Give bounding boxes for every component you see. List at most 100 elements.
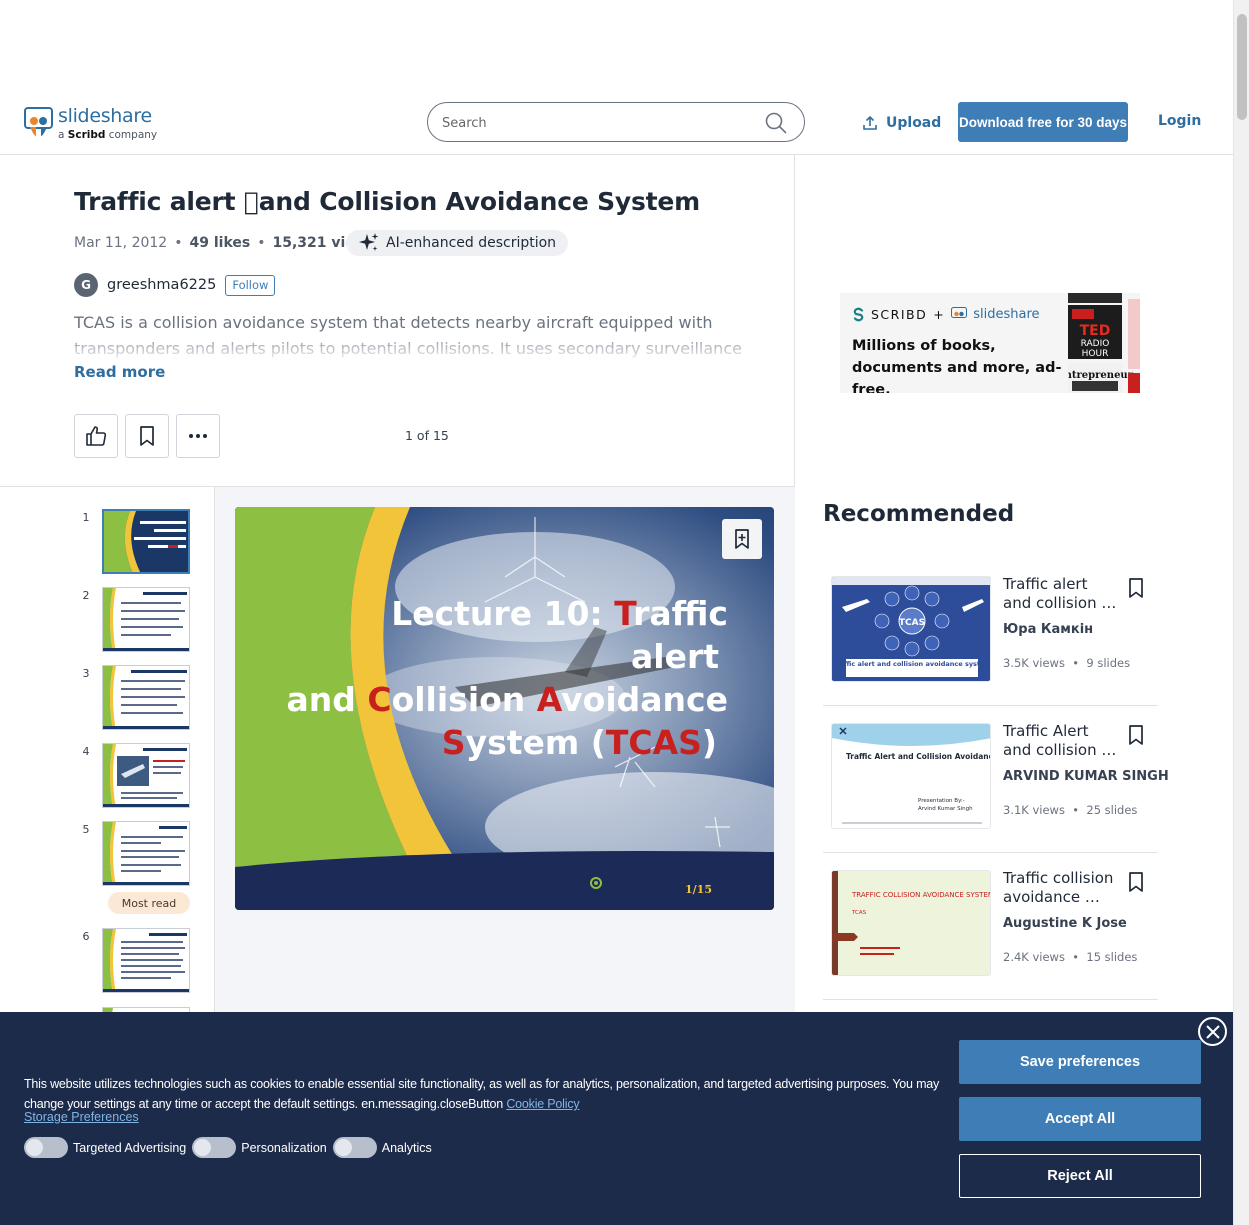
ad-text: Millions of books, documents and more, a… (852, 338, 1062, 393)
thumbnail-number: 4 (82, 745, 90, 758)
storage-preferences-link[interactable]: Storage Preferences (24, 1110, 139, 1124)
cookie-message-text: This website utilizes technologies such … (24, 1077, 940, 1111)
recommended-title[interactable]: Traffic collision avoidance … (1003, 869, 1118, 907)
save-button[interactable] (125, 414, 169, 458)
save-slide-button[interactable] (722, 519, 762, 559)
recommended-item[interactable]: Traffic Alert and Collision Avoidance Sy… (823, 707, 1169, 853)
targeted-advertising-toggle[interactable] (24, 1137, 68, 1158)
document-description: TCAS is a collision avoidance system tha… (74, 310, 774, 362)
bookmark-icon (140, 426, 154, 446)
logo-tagline-suffix: company (108, 129, 158, 141)
thumbnail-slide-2 (103, 588, 189, 651)
thumbnail-image[interactable] (102, 509, 190, 574)
recommended-stats: 2.4K views • 15 slides (1003, 950, 1138, 964)
bookmark-icon[interactable] (1125, 870, 1147, 894)
ad-brand-plus: + (933, 307, 946, 322)
slideshare-small-icon (951, 307, 968, 318)
read-more-link[interactable]: Read more (74, 363, 165, 381)
recommended-title[interactable]: Traffic Alert and collision … (1003, 722, 1118, 760)
search-input[interactable] (442, 112, 742, 134)
logo-wordmark: slideshare (58, 105, 152, 127)
recommended-title[interactable]: Traffic alert and collision … (1003, 575, 1118, 613)
logo-tagline: a Scribd company (58, 129, 157, 141)
search-icon[interactable] (765, 112, 787, 134)
analytics-toggle[interactable] (332, 1137, 377, 1158)
login-link[interactable]: Login (1158, 113, 1201, 129)
thumbnail-slide-1 (104, 511, 188, 572)
personalization-toggle[interactable] (192, 1137, 237, 1158)
more-options-button[interactable] (176, 414, 220, 458)
ad-brand-scribd: SCRIBD (871, 307, 928, 322)
logo-tagline-prefix: a (58, 129, 65, 141)
rec-thumb-caption: Traffic Alert and Collision Avoidance Sy… (846, 752, 991, 761)
page-scrollbar[interactable] (1233, 0, 1249, 1225)
recommended-stats: 3.5K views • 9 slides (1003, 656, 1131, 670)
cookie-close-button[interactable] (1198, 1017, 1227, 1046)
logo-tagline-brand: Scribd (67, 129, 106, 141)
thumbnail-number: 3 (82, 667, 90, 680)
accept-all-button[interactable]: Accept All (959, 1097, 1201, 1141)
cookie-links: Storage Preferences (24, 1110, 139, 1124)
cookie-message: This website utilizes technologies such … (24, 1074, 942, 1114)
thumbnail-image[interactable] (102, 743, 190, 808)
ad-book-ted: TED (1080, 323, 1111, 339)
upload-button[interactable]: Upload (862, 113, 941, 133)
recommended-author[interactable]: Юра Камкін (1003, 622, 1093, 637)
scrollbar-thumb[interactable] (1237, 14, 1247, 120)
slide-title-line-3: and Collision Avoidance (286, 680, 728, 719)
slide-title-line-4: System (TCAS) (442, 723, 717, 762)
download-free-button[interactable]: Download free for 30 days (958, 102, 1128, 142)
site-header: slideshare a Scribd company Upload Downl… (0, 88, 1233, 155)
reject-all-button[interactable]: Reject All (959, 1154, 1201, 1198)
recommended-heading: Recommended (823, 501, 1015, 527)
slideshare-logo-icon (24, 107, 53, 136)
targeted-advertising-label: Targeted Advertising (73, 1140, 187, 1155)
author-row: G greeshma6225 Follow (74, 273, 276, 297)
cookie-consent-banner: This website utilizes technologies such … (0, 1012, 1233, 1225)
ad-book-covers: TED RADIO HOUR Entrepreneur (1068, 293, 1140, 393)
recommended-thumbnail[interactable]: TRAFFIC COLLISION AVOIDANCE SYSTEM TCAS (831, 870, 991, 976)
ad-book-hour: HOUR (1082, 349, 1109, 359)
thumbnail-image[interactable] (102, 928, 190, 993)
recommended-thumbnail-art-3: TRAFFIC COLLISION AVOIDANCE SYSTEM TCAS (832, 871, 991, 975)
recommended-thumbnail[interactable]: TCAS Traffic alert and collision avoidan… (831, 576, 991, 682)
rec-thumb-sub: TCAS (851, 910, 867, 916)
recommended-author[interactable]: Augustine K Jose (1003, 916, 1127, 931)
thumbnail-image[interactable] (102, 665, 190, 730)
avatar[interactable]: G (74, 273, 98, 297)
cookie-policy-link[interactable]: Cookie Policy (506, 1097, 579, 1111)
thumbnail-image[interactable] (102, 821, 190, 886)
current-slide[interactable]: Lecture 10: Traffic alert and Collision … (235, 507, 774, 910)
sparkle-icon (359, 233, 379, 251)
recommended-author[interactable]: ARVIND KUMAR SINGH (1003, 769, 1169, 784)
close-icon (1205, 1024, 1220, 1039)
thumbnail-image[interactable] (102, 587, 190, 652)
thumbnail-slide-4 (103, 744, 189, 807)
follow-button[interactable]: Follow (225, 274, 276, 296)
thumbnail-slide-3 (103, 666, 189, 729)
slideshare-logo[interactable]: slideshare a Scribd company (24, 105, 157, 141)
rec-thumb-author: Arvind Kumar Singh (918, 806, 973, 812)
slide-page-number: 1/15 (685, 883, 712, 896)
bookmark-icon[interactable] (1125, 576, 1147, 600)
recommended-stats: 3.1K views • 25 slides (1003, 803, 1138, 817)
ai-description-chip[interactable]: AI-enhanced description (346, 230, 569, 256)
cookie-toggles: Targeted Advertising Personalization Ana… (24, 1137, 438, 1158)
document-meta: Mar 11, 2012 • 49 likes • 15,321 views (74, 235, 376, 251)
author-name[interactable]: greeshma6225 (107, 277, 216, 293)
recommended-thumbnail-art-2: Traffic Alert and Collision Avoidance Sy… (832, 724, 991, 828)
upload-label: Upload (886, 115, 942, 131)
rec-thumb-caption: TRAFFIC COLLISION AVOIDANCE SYSTEM (851, 891, 991, 899)
rec-thumb-caption: Traffic alert and collision avoidance sy… (833, 660, 991, 668)
recommended-item[interactable]: TCAS Traffic alert and collision avoidan… (823, 560, 1158, 706)
recommended-thumbnail[interactable]: Traffic Alert and Collision Avoidance Sy… (831, 723, 991, 829)
search-box[interactable] (427, 102, 805, 142)
save-preferences-button[interactable]: Save preferences (959, 1040, 1201, 1084)
thumbs-up-icon (86, 426, 107, 446)
like-button[interactable] (74, 414, 118, 458)
most-read-badge: Most read (108, 892, 190, 914)
recommended-slides: 15 slides (1086, 950, 1138, 964)
scribd-ad[interactable]: SCRIBD + slideshare Millions of books, d… (840, 293, 1140, 393)
recommended-item[interactable]: TRAFFIC COLLISION AVOIDANCE SYSTEM TCAS … (823, 854, 1158, 1000)
bookmark-icon[interactable] (1125, 723, 1147, 747)
